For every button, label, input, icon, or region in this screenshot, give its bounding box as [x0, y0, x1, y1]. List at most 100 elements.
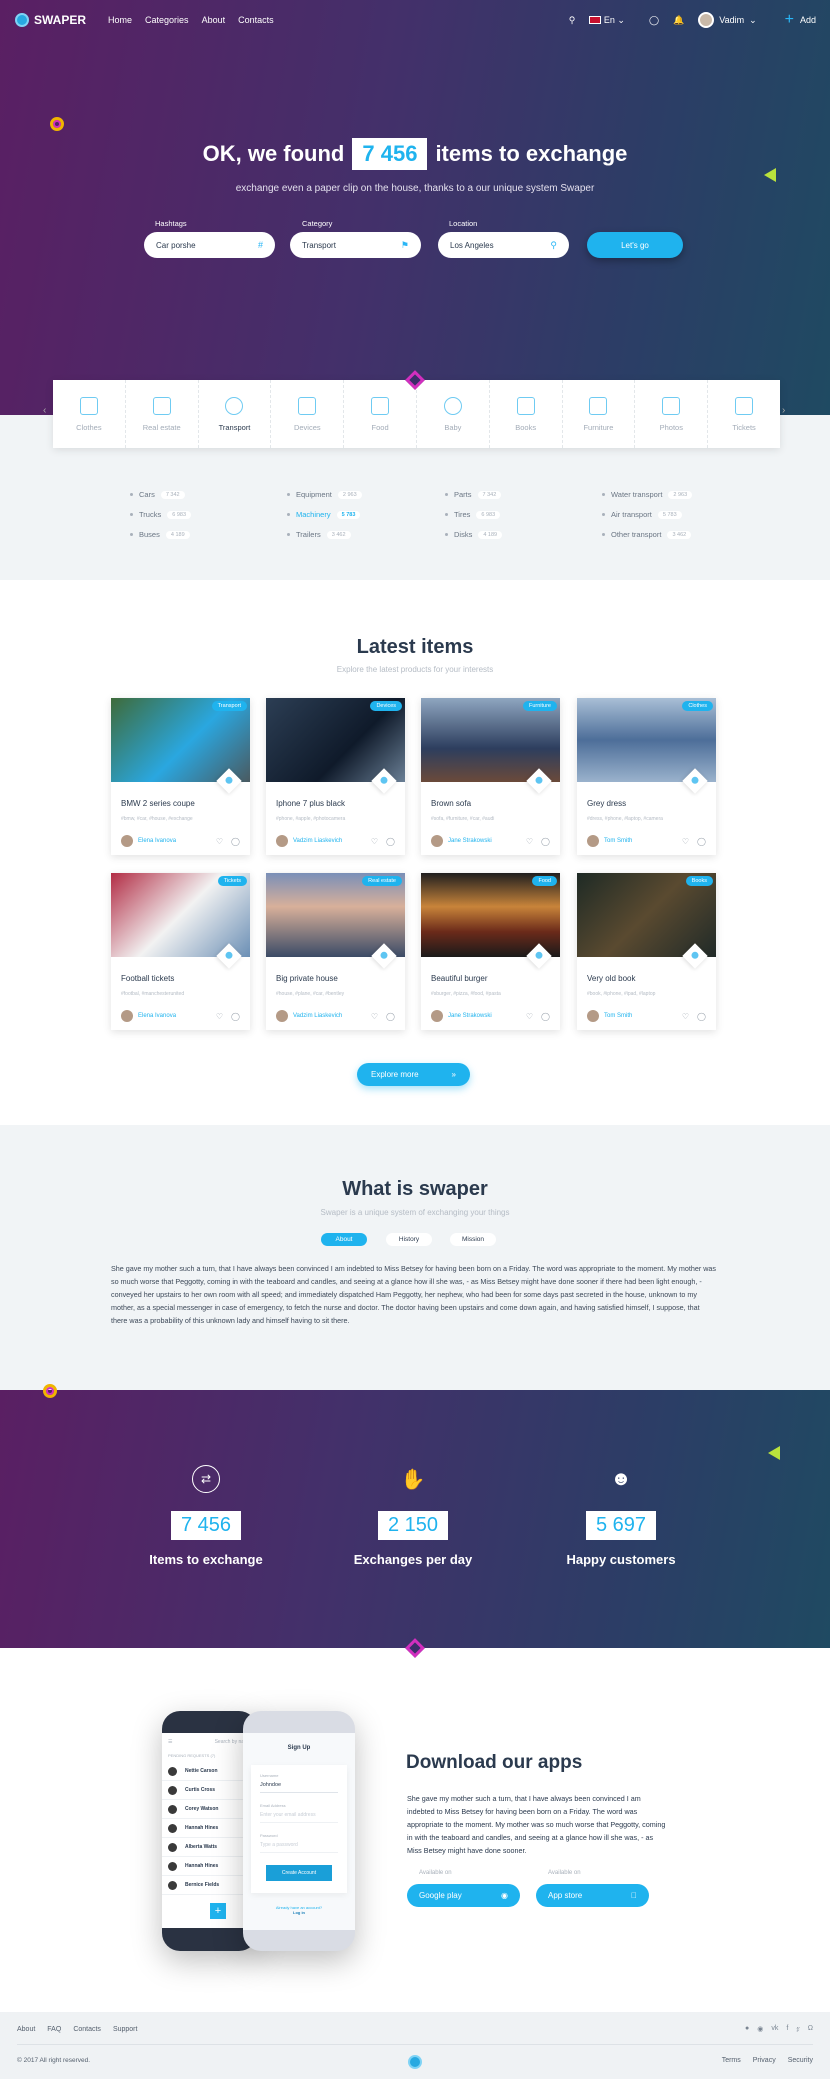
tab-history[interactable]: History — [386, 1233, 432, 1246]
swap-icon[interactable] — [371, 768, 397, 794]
subcategory-item[interactable]: Disks 4 189 — [445, 530, 503, 539]
item-card[interactable]: Devices Iphone 7 plus black #phone, #app… — [266, 698, 405, 855]
subcategory-item[interactable]: Buses 4 189 — [130, 530, 190, 539]
heart-icon[interactable]: ♡ — [526, 1012, 533, 1021]
search-icon[interactable]: ⚲ — [569, 15, 576, 26]
tab-about[interactable]: About — [321, 1233, 367, 1246]
swap-icon[interactable] — [216, 768, 242, 794]
tab-mission[interactable]: Mission — [450, 1233, 496, 1246]
comment-icon[interactable]: ◯ — [541, 837, 550, 846]
swap-icon[interactable] — [682, 768, 708, 794]
item-card[interactable]: Books Very old book #book, #iphone, #ipa… — [577, 873, 716, 1030]
item-card[interactable]: Transport BMW 2 series coupe #bmw, #car,… — [111, 698, 250, 855]
heart-icon[interactable]: ♡ — [682, 1012, 689, 1021]
heart-icon[interactable]: ♡ — [371, 1012, 378, 1021]
item-image[interactable]: Tickets — [111, 873, 250, 969]
subcategory-item[interactable]: Cars 7 342 — [130, 490, 185, 499]
category-badge[interactable]: Transport — [211, 701, 247, 711]
avatar[interactable] — [431, 1010, 443, 1022]
user-link[interactable]: Vadzim Liaskevich — [293, 838, 342, 844]
avatar[interactable] — [121, 1010, 133, 1022]
category-baby[interactable]: Baby — [417, 380, 490, 448]
facebook-icon[interactable]: f — [786, 2025, 788, 2033]
hashtags-input[interactable]: Car porshe # — [144, 232, 275, 258]
nav-home[interactable]: Home — [108, 15, 132, 25]
item-title[interactable]: Beautiful burger — [431, 974, 560, 983]
odnoklassniki-icon[interactable]: Ω — [808, 2025, 813, 2033]
user-link[interactable]: Vadzim Liaskevich — [293, 1013, 342, 1019]
comment-icon[interactable]: ◯ — [386, 837, 395, 846]
android-icon[interactable]: ◉ — [757, 2025, 763, 2033]
footer-support[interactable]: Support — [113, 2026, 138, 2033]
twitter-icon[interactable]: 𝓏 — [796, 2025, 799, 2033]
category-badge[interactable]: Furniture — [522, 701, 557, 711]
chat-icon[interactable]: ◯ — [649, 15, 659, 26]
add-button[interactable]: + Add — [771, 11, 816, 29]
category-furniture[interactable]: Furniture — [563, 380, 636, 448]
nav-contacts[interactable]: Contacts — [238, 15, 274, 25]
comment-icon[interactable]: ◯ — [697, 837, 706, 846]
item-image[interactable]: Furniture — [421, 698, 560, 794]
subcategory-item[interactable]: Trailers 3 462 — [287, 530, 351, 539]
heart-icon[interactable]: ♡ — [216, 837, 223, 846]
category-badge[interactable]: Clothes — [682, 701, 713, 711]
subcategory-item[interactable]: Water transport 2 963 — [602, 490, 693, 499]
nav-categories[interactable]: Categories — [145, 15, 189, 25]
item-image[interactable]: Devices — [266, 698, 405, 794]
category-badge[interactable]: Tickets — [217, 876, 247, 886]
item-image[interactable]: Real estate — [266, 873, 405, 969]
item-card[interactable]: Furniture Brown sofa #sofa, #furniture, … — [421, 698, 560, 855]
item-title[interactable]: Grey dress — [587, 799, 716, 808]
swap-icon[interactable] — [526, 943, 552, 969]
comment-icon[interactable]: ◯ — [386, 1012, 395, 1021]
swap-icon[interactable] — [526, 768, 552, 794]
footer-faq[interactable]: FAQ — [47, 2026, 61, 2033]
avatar[interactable] — [587, 835, 599, 847]
subcategory-item[interactable]: Equipment 2 963 — [287, 490, 362, 499]
swap-icon[interactable] — [371, 943, 397, 969]
category-clothes[interactable]: Clothes — [53, 380, 126, 448]
subcategory-item[interactable]: Other transport 3 462 — [602, 530, 692, 539]
language-select[interactable]: En ⌄ — [589, 15, 625, 26]
vk-icon[interactable]: vk — [771, 2025, 778, 2033]
category-books[interactable]: Books — [490, 380, 563, 448]
heart-icon[interactable]: ♡ — [371, 837, 378, 846]
heart-icon[interactable]: ♡ — [682, 837, 689, 846]
swap-icon[interactable] — [682, 943, 708, 969]
notification-bell-icon[interactable]: 🔔 — [673, 15, 684, 26]
user-menu[interactable]: Vadim ⌄ — [698, 12, 757, 28]
category-photos[interactable]: Photos — [635, 380, 709, 448]
item-card[interactable]: Clothes Grey dress #dress, #phone, #lapt… — [577, 698, 716, 855]
category-badge[interactable]: Books — [685, 876, 713, 886]
category-badge[interactable]: Devices — [370, 701, 402, 711]
category-transport[interactable]: Transport — [199, 380, 272, 448]
apple-icon[interactable]: ● — [745, 2025, 749, 2033]
subcategory-item[interactable]: Machinery 5 783 — [287, 510, 361, 519]
item-card[interactable]: Food Beautiful burger #sburger, #pizza, … — [421, 873, 560, 1030]
user-link[interactable]: Tom Smith — [604, 838, 632, 844]
prev-arrow-icon[interactable]: ‹ — [43, 405, 46, 416]
user-link[interactable]: Elena Ivanova — [138, 838, 176, 844]
lets-go-button[interactable]: Let's go — [587, 232, 683, 258]
item-title[interactable]: Brown sofa — [431, 799, 560, 808]
user-link[interactable]: Jane Strakowski — [448, 838, 492, 844]
google-play-button[interactable]: Google play ◉ — [407, 1884, 520, 1907]
footer-privacy[interactable]: Privacy — [753, 2057, 776, 2064]
category-food[interactable]: Food — [344, 380, 417, 448]
explore-more-button[interactable]: Explore more » — [357, 1063, 470, 1086]
comment-icon[interactable]: ◯ — [697, 1012, 706, 1021]
item-title[interactable]: Iphone 7 plus black — [276, 799, 405, 808]
comment-icon[interactable]: ◯ — [231, 837, 240, 846]
category-real-estate[interactable]: Real estate — [126, 380, 199, 448]
category-badge[interactable]: Real estate — [362, 876, 402, 886]
item-image[interactable]: Food — [421, 873, 560, 969]
comment-icon[interactable]: ◯ — [541, 1012, 550, 1021]
category-badge[interactable]: Food — [532, 876, 557, 886]
footer-terms[interactable]: Terms — [722, 2057, 741, 2064]
footer-contacts[interactable]: Contacts — [73, 2026, 101, 2033]
avatar[interactable] — [431, 835, 443, 847]
footer-security[interactable]: Security — [788, 2057, 813, 2064]
avatar[interactable] — [121, 835, 133, 847]
app-store-button[interactable]: App store  — [536, 1884, 649, 1907]
category-select[interactable]: Transport ⚑ — [290, 232, 421, 258]
